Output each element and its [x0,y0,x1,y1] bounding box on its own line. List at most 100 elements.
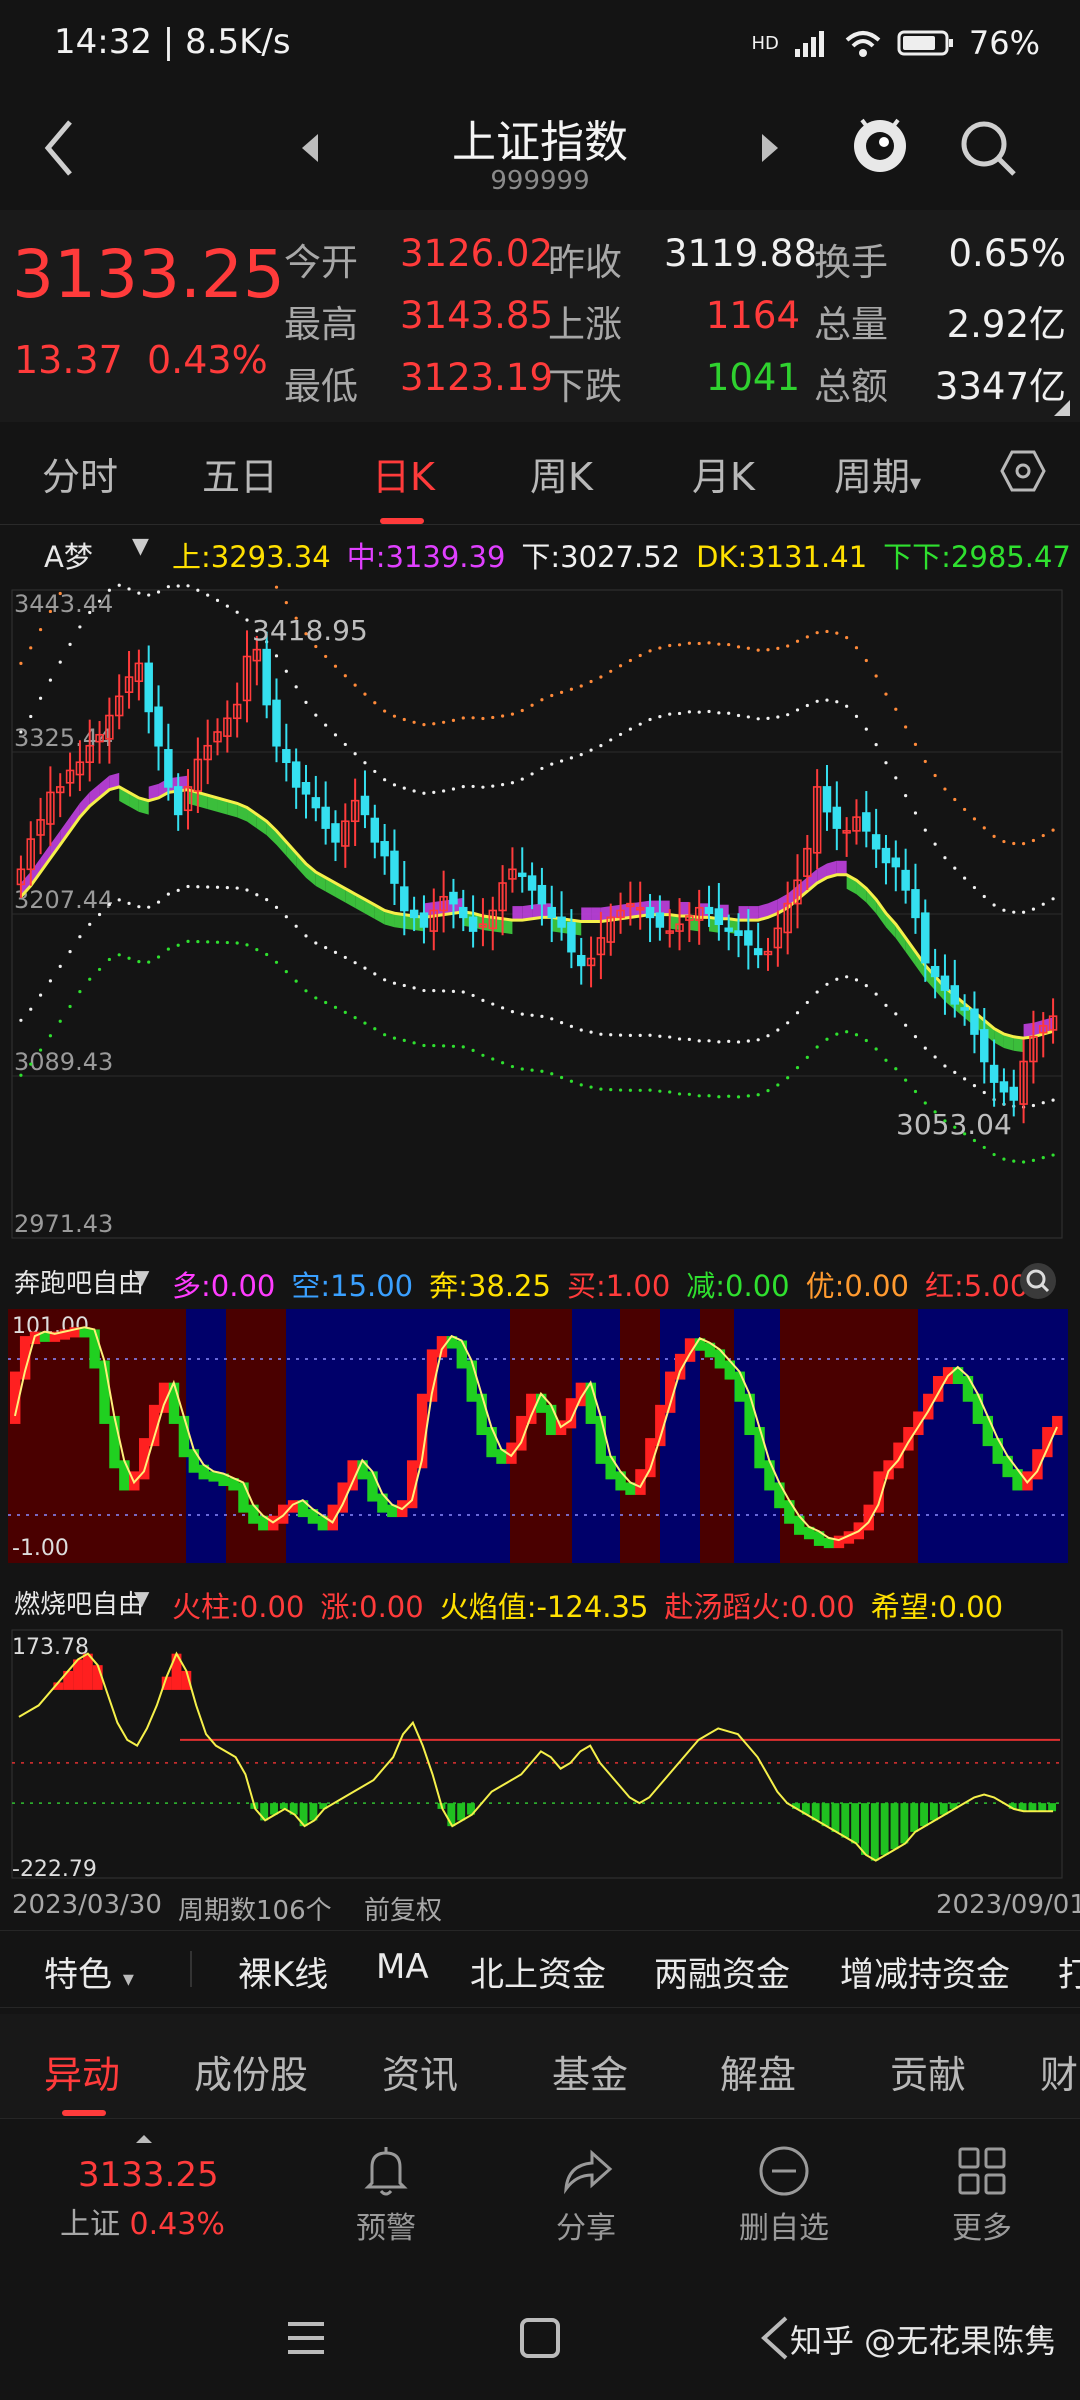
expand-corner-icon[interactable] [1052,398,1072,418]
channel-dot [333,664,338,668]
channel-dot [1002,908,1006,912]
channel-dot [687,641,691,645]
alert-button[interactable]: 预警 [316,2143,456,2247]
channel-dot [854,646,859,650]
channel-dot [707,1039,711,1043]
tab-period[interactable]: 周期▾ [834,446,921,501]
channel-dot [38,993,43,997]
indicator1-chart[interactable]: 101.00-1.00 [0,1305,1080,1570]
trend-ribbon-segment [512,906,523,921]
channel-dot [697,1039,701,1043]
adjust-mode[interactable]: 前复权 [364,1890,442,1927]
candle-body [724,927,733,932]
channel-dot [628,1088,632,1092]
candle-body [881,847,891,864]
channel-dot [225,886,229,890]
tab-five-day[interactable]: 五日 [202,446,278,501]
indicator2-name[interactable]: 燃烧吧自由 [14,1584,144,1621]
toolbar-price[interactable]: 3133.25 [78,2155,219,2195]
feature-naked-k[interactable]: 裸K线 [238,1947,328,1996]
feature-truncated[interactable]: 打 [1058,1947,1080,1996]
hope-bar [821,1803,830,1827]
tab-weekly-k[interactable]: 周K [530,446,593,501]
channel-dot [38,1048,43,1052]
channel-dot [451,718,456,722]
channel-dot [825,629,829,634]
indicator1-bar [327,1504,339,1531]
dropdown-caret-icon[interactable]: ▼ [134,1265,149,1289]
chart-footer: 2023/03/30 周期数106个 前复权 2023/09/01 [0,1886,1080,1926]
indicator1-name[interactable]: 奔跑吧自由 [14,1263,144,1300]
menu-icon[interactable] [284,2318,328,2358]
channel-dot [373,1027,377,1031]
more-button[interactable]: 更多 [912,2143,1052,2247]
value-high: 3143.85 [400,294,554,337]
settings-hexagon-icon[interactable] [1000,448,1046,494]
candle-body [744,930,753,946]
share-button[interactable]: 分享 [516,2143,656,2247]
candle-body [871,834,881,850]
channel-dot [717,642,721,646]
tab-contribution[interactable]: 贡献 [890,2044,966,2099]
channel-dot [166,585,170,589]
tab-finance[interactable]: 财 [1040,2044,1078,2099]
dropdown-caret-icon[interactable]: ▼ [134,1586,149,1610]
channel-dot [727,1039,731,1043]
channel-dot [894,776,898,780]
candle-body [999,1081,1009,1093]
home-icon[interactable] [518,2316,562,2360]
tab-constituents[interactable]: 成份股 [194,2044,308,2099]
back-icon[interactable] [756,2314,792,2362]
channel-dot [48,979,53,983]
feature-ma[interactable]: MA [376,1947,429,1987]
zoom-icon[interactable] [1018,1261,1058,1301]
main-legend-item: 下下:2985.47 [883,540,1071,574]
channel-dot [383,709,387,713]
feature-special[interactable]: 特色 ▾ [44,1947,134,1996]
channel-dot [746,1094,750,1098]
feature-holdings-change[interactable]: 增减持资金 [840,1947,1010,1996]
dropdown-caret-icon[interactable]: ▼ [132,534,149,559]
channel-dot [550,762,554,766]
indicator1-bar [466,1360,477,1402]
channel-dot [559,690,564,694]
remove-watchlist-button[interactable]: 删自选 [714,2143,854,2247]
tab-daily-k[interactable]: 日K [372,446,435,501]
channel-dot [530,1068,534,1072]
tab-intraday[interactable]: 分时 [42,446,118,501]
next-stock-icon[interactable] [758,132,782,164]
channel-dot [68,950,72,954]
channel-dot [432,1043,436,1048]
channel-dot [127,901,131,905]
channel-dot [845,1030,849,1034]
app-header: 上证指数 999999 [0,92,1080,210]
robot-assistant-icon[interactable] [848,106,912,182]
main-indicator-name[interactable]: A梦 [44,534,93,576]
tab-analysis[interactable]: 解盘 [720,2044,796,2099]
channel-dot [550,1017,554,1021]
channel-dot [402,1038,406,1042]
indicator1-legend-item: 减:0.00 [686,1269,790,1303]
channel-dot [19,661,23,665]
tab-monthly-k[interactable]: 月K [692,446,755,501]
label-rise-count: 上涨 [548,303,622,346]
search-icon[interactable] [956,116,1020,180]
feature-margin[interactable]: 两融资金 [654,1947,790,1996]
tab-funds[interactable]: 基金 [552,2044,628,2099]
channel-dot [972,817,977,821]
indicator2-legend: 燃烧吧自由 ▼ 火柱:0.00 涨:0.00 火焰值:-124.35 赴汤蹈火:0.0… [0,1576,1080,1626]
tab-news[interactable]: 资讯 [382,2044,458,2099]
candle-body [940,975,950,991]
toolbar-index[interactable]: 上证 0.43% [60,2199,225,2243]
indicator2-chart[interactable]: 173.78 -222.79 [0,1626,1080,1886]
tab-movement[interactable]: 异动 [44,2044,120,2099]
channel-dot [963,876,967,880]
channel-dot [776,1028,780,1032]
max-price-annotation: 3418.95 [252,614,368,647]
channel-dot [540,1069,544,1073]
channel-dot [491,1057,495,1061]
candlestick-chart[interactable]: 3443.44 3325.44 3207.44 3089.43 2971.43 3418.… [0,578,1080,1248]
candle-body [704,906,714,915]
feature-northbound[interactable]: 北上资金 [470,1947,606,1996]
indicator2-legend-item: 火焰值:-124.35 [439,1590,649,1624]
